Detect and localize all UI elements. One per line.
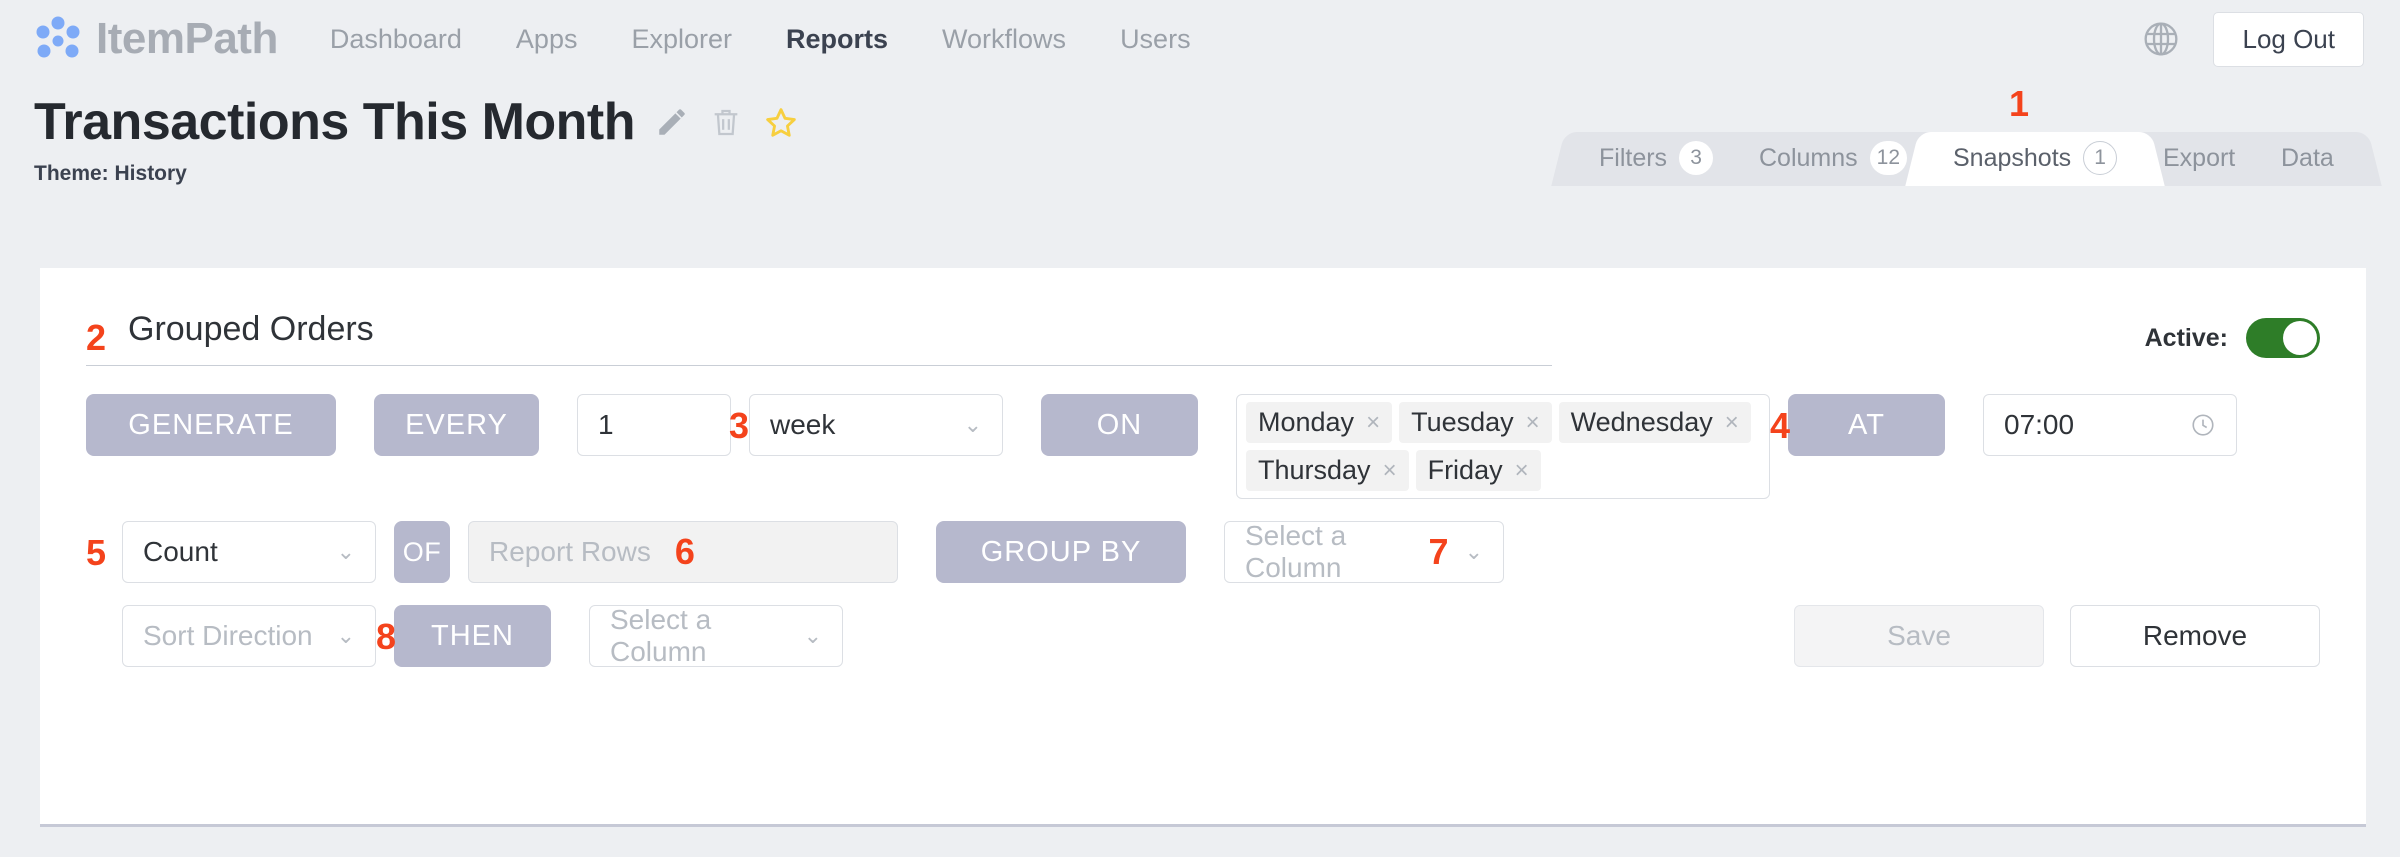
- nav-link-workflows[interactable]: Workflows: [942, 24, 1066, 55]
- weekday-tag-wednesday: Wednesday ×: [1558, 402, 1751, 443]
- active-label: Active:: [2144, 323, 2228, 352]
- sort-column-select[interactable]: Select a Column ⌄: [589, 604, 843, 667]
- active-toggle-group: Active:: [2145, 318, 2320, 358]
- tag-label: Monday: [1258, 407, 1355, 437]
- nav-link-reports[interactable]: Reports: [786, 24, 888, 55]
- chevron-down-icon: ⌄: [803, 623, 822, 648]
- interval-input[interactable]: [577, 394, 731, 456]
- nav-link-users[interactable]: Users: [1120, 24, 1191, 55]
- pencil-icon[interactable]: [655, 105, 689, 139]
- itempath-logo-icon: [34, 15, 82, 63]
- snapshot-actions: Save Remove: [1794, 605, 2320, 667]
- sort-row: Sort Direction ⌄ 8 THEN Select a Column …: [86, 604, 2320, 667]
- chevron-down-icon: ⌄: [336, 539, 355, 564]
- aggregate-function-value: Count: [143, 536, 218, 567]
- nav-link-apps[interactable]: Apps: [516, 24, 578, 55]
- group-by-button[interactable]: GROUP BY: [936, 521, 1186, 583]
- schedule-row: GENERATE EVERY 3 week ⌄ ON Monday ×: [86, 394, 2320, 499]
- page-title: Transactions This Month: [34, 93, 636, 151]
- annotation-marker-1: 1: [2008, 83, 2029, 124]
- remove-tag-icon[interactable]: ×: [1366, 409, 1380, 437]
- of-button[interactable]: OF: [394, 521, 450, 583]
- brand-logo[interactable]: ItemPath: [34, 14, 278, 64]
- time-value: 07:00: [2004, 409, 2075, 440]
- tag-label: Wednesday: [1570, 407, 1713, 437]
- snapshots-panel: 2 Active: GENERATE EVERY 3 week ⌄: [40, 268, 2366, 827]
- sort-column-value: Select a Column: [610, 604, 712, 667]
- tab-columns[interactable]: Columns 12: [1728, 132, 1937, 186]
- report-tabs: Filters 3 Columns 12 1 Snapshots 1 Expor…: [1568, 83, 2364, 186]
- on-button[interactable]: ON: [1041, 394, 1198, 456]
- generate-button[interactable]: GENERATE: [86, 394, 336, 456]
- snapshot-name-input[interactable]: [86, 310, 1552, 366]
- tab-label: Columns: [1758, 143, 1858, 172]
- weekday-tag-friday: Friday ×: [1415, 450, 1541, 491]
- annotation-marker-5: 5: [86, 532, 107, 573]
- annotation-marker-3: 3: [729, 405, 750, 446]
- weekday-tag-box[interactable]: Monday × Tuesday × Wednesday × Thursday …: [1236, 394, 1770, 499]
- group-by-column-select[interactable]: Select a Column 7 ⌄: [1224, 520, 1504, 583]
- tab-label: Filters: [1598, 143, 1667, 172]
- snapshot-header: 2 Active:: [40, 268, 2366, 366]
- aggregate-row: 5 Count ⌄ OF Report Rows 6 GROUP BY Sele…: [86, 520, 2320, 583]
- tab-badge-snapshots: 1: [2082, 141, 2117, 175]
- group-by-column-value: Select a Column: [1245, 520, 1347, 583]
- tab-label: Snapshots: [1952, 143, 2071, 172]
- star-icon[interactable]: [763, 105, 797, 139]
- brand-name: ItemPath: [96, 14, 278, 63]
- globe-icon[interactable]: [2141, 19, 2181, 59]
- snapshot-name-wrap: [86, 310, 1552, 366]
- remove-tag-icon[interactable]: ×: [1383, 457, 1397, 485]
- aggregate-function-select[interactable]: Count ⌄: [122, 521, 376, 583]
- annotation-marker-8: 8: [376, 616, 397, 657]
- weekday-tag-tuesday: Tuesday ×: [1399, 402, 1552, 443]
- remove-tag-icon[interactable]: ×: [1725, 409, 1739, 437]
- at-button[interactable]: AT: [1788, 394, 1945, 456]
- nav-link-explorer[interactable]: Explorer: [631, 24, 732, 55]
- nav-link-dashboard[interactable]: Dashboard: [330, 24, 462, 55]
- aggregate-source-value: Report Rows: [489, 536, 651, 567]
- sort-direction-value: Sort Direction: [143, 620, 313, 651]
- clock-icon: [2190, 412, 2216, 438]
- remove-tag-icon[interactable]: ×: [1526, 409, 1540, 437]
- tab-data[interactable]: Data: [2251, 132, 2364, 186]
- time-input[interactable]: 07:00: [1983, 394, 2237, 456]
- annotation-marker-4: 4: [1770, 405, 1791, 446]
- tag-label: Thursday: [1258, 455, 1371, 485]
- every-button[interactable]: EVERY: [374, 394, 539, 456]
- then-button[interactable]: THEN: [394, 605, 551, 667]
- interval-unit-select[interactable]: week ⌄: [749, 394, 1003, 456]
- tab-label: Data: [2281, 143, 2334, 172]
- annotation-marker-2: 2: [86, 317, 107, 358]
- annotation-marker-6: 6: [674, 531, 695, 572]
- top-navigation-bar: ItemPath Dashboard Apps Explorer Reports…: [0, 0, 2400, 78]
- remove-button[interactable]: Remove: [2070, 605, 2320, 667]
- weekday-tag-thursday: Thursday ×: [1246, 450, 1409, 491]
- tab-badge-filters: 3: [1678, 141, 1713, 175]
- page-header: Transactions This Month Theme: History F…: [0, 78, 2400, 186]
- tag-label: Tuesday: [1411, 407, 1514, 437]
- trash-icon[interactable]: [709, 105, 743, 139]
- chevron-down-icon: ⌄: [336, 623, 355, 648]
- tab-snapshots[interactable]: 1 Snapshots 1: [1922, 83, 2147, 186]
- nav-right-actions: Log Out: [2141, 11, 2364, 67]
- sort-direction-select[interactable]: Sort Direction ⌄: [122, 605, 376, 667]
- logout-button[interactable]: Log Out: [2213, 11, 2364, 67]
- active-toggle[interactable]: [2246, 318, 2320, 358]
- tab-label: Export: [2162, 143, 2236, 172]
- annotation-marker-7: 7: [1428, 531, 1449, 572]
- weekday-tag-monday: Monday ×: [1246, 402, 1393, 443]
- interval-unit-value: week: [770, 409, 836, 440]
- chevron-down-icon: ⌄: [963, 412, 982, 437]
- tag-label: Friday: [1427, 455, 1503, 485]
- chevron-down-icon: ⌄: [1464, 539, 1483, 564]
- remove-tag-icon[interactable]: ×: [1515, 457, 1529, 485]
- tab-badge-columns: 12: [1869, 141, 1907, 175]
- save-button[interactable]: Save: [1794, 605, 2044, 667]
- snapshot-builder: GENERATE EVERY 3 week ⌄ ON Monday ×: [40, 366, 2366, 667]
- toggle-knob: [2283, 321, 2317, 355]
- aggregate-source-field: Report Rows 6: [468, 521, 898, 583]
- main-nav-links: Dashboard Apps Explorer Reports Workflow…: [330, 24, 1191, 55]
